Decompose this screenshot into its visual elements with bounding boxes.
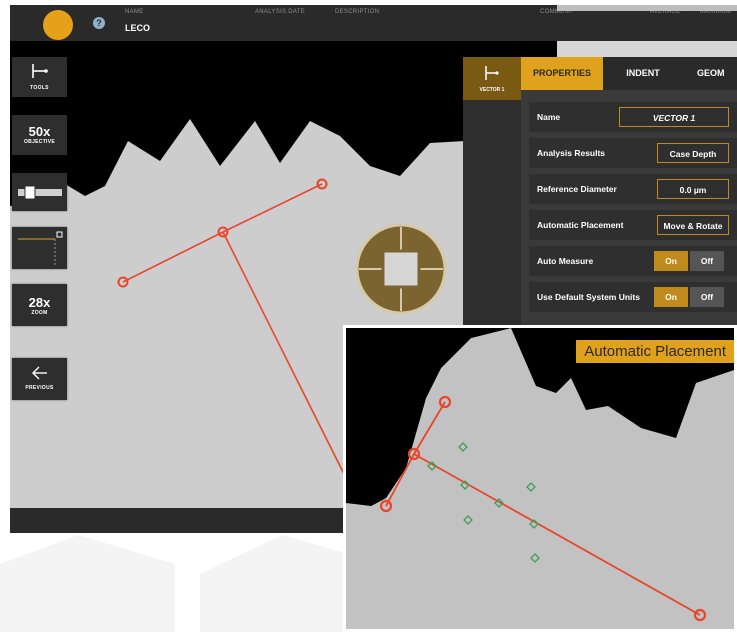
automatic-placement-inset: Automatic Placement [343,325,737,632]
reference-diameter-label: Reference Diameter [537,184,617,194]
vector-tool-icon [485,66,499,80]
histogram-button[interactable] [12,227,67,269]
vector-1-label: VECTOR 1 [479,87,505,93]
arrow-left-icon [31,366,47,380]
auto-measure-label: Auto Measure [537,256,594,266]
vector-1-tab[interactable]: VECTOR 1 [463,57,521,100]
zoom-value: 28x [28,295,51,310]
panel-sidebar: VECTOR 1 [463,57,521,333]
tab-indent[interactable]: INDENT [603,57,683,90]
reference-diameter-row: Reference Diameter 0.0 µm [529,174,737,204]
reference-diameter-field[interactable]: 0.0 µm [657,179,729,199]
column-analysis-date: ANALYSIS DATE [255,9,306,15]
analysis-results-select[interactable]: Case Depth [657,143,729,163]
tab-properties[interactable]: PROPERTIES [521,57,603,90]
column-name: NAME [125,9,144,15]
background-hexagon-right [200,535,350,632]
header-bar: ? NAME LECO ANALYSIS DATE DESCRIPTION CO… [10,5,737,41]
objective-button[interactable]: 50x OBJECTIVE [12,115,67,155]
name-label: Name [537,112,561,122]
automatic-placement-select[interactable]: Move & Rotate [657,215,729,235]
vector-tool-icon [31,64,48,78]
previous-label: PREVIOUS [25,385,54,391]
previous-button[interactable]: PREVIOUS [12,358,67,400]
auto-measure-on-button[interactable]: On [654,251,688,271]
avatar[interactable] [43,10,73,40]
analysis-results-row: Analysis Results Case Depth [529,138,737,168]
zoom-label: ZOOM [31,310,48,316]
name-row: Name VECTOR 1 [529,102,737,132]
navigation-pad[interactable] [355,223,447,315]
slider-icon [17,185,62,200]
automatic-placement-row: Automatic Placement Move & Rotate [529,210,737,240]
default-units-label: Use Default System Units [537,292,640,302]
tools-label: TOOLS [30,85,49,91]
auto-measure-off-button[interactable]: Off [690,251,724,271]
tools-button[interactable]: TOOLS [12,57,67,97]
default-units-on-button[interactable]: On [654,287,688,307]
header-right-strip [557,5,737,11]
properties-panel: VECTOR 1 PROPERTIES INDENT GEOM Name VEC… [463,57,737,333]
zoom-button[interactable]: 28x ZOOM [12,284,67,326]
auto-measure-row: Auto Measure On Off [529,246,737,276]
default-units-row: Use Default System Units On Off [529,282,737,312]
histogram-icon [17,231,62,265]
panel-tabs: PROPERTIES INDENT GEOM [521,57,737,90]
objective-label: OBJECTIVE [23,139,56,145]
tab-geometry[interactable]: GEOM [691,57,737,90]
analysis-results-label: Analysis Results [537,148,606,158]
lighting-button[interactable] [12,173,67,211]
help-icon[interactable]: ? [93,17,105,29]
objective-value: 50x [28,124,51,139]
name-field[interactable]: VECTOR 1 [619,107,729,127]
name-value: LECO [125,23,151,33]
inset-label: Automatic Placement [576,340,734,363]
automatic-placement-label: Automatic Placement [537,220,624,230]
inset-image [346,328,734,629]
column-description: DESCRIPTION [335,9,380,15]
default-units-off-button[interactable]: Off [690,287,724,307]
background-hexagon-left [0,535,175,632]
